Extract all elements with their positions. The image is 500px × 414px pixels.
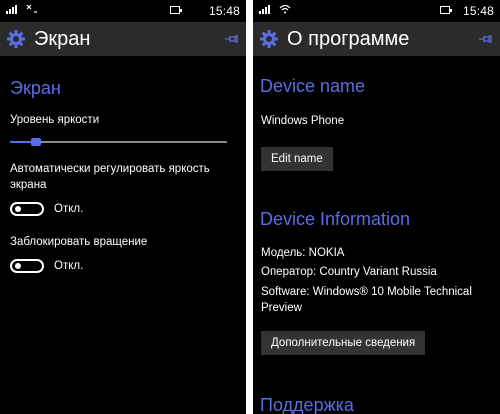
toggle-knob [15,206,21,212]
auto-brightness-state: Откл. [54,203,84,215]
brightness-label: Уровень яркости [10,114,100,126]
pin-icon[interactable] [224,33,238,45]
section-title-support: Поддержка [260,395,354,414]
section-title-display: Экран [10,78,61,98]
more-info-button[interactable]: Дополнительные сведения [261,331,426,355]
battery-icon [170,6,182,14]
brightness-slider-thumb[interactable] [31,138,41,146]
signal-icon [6,5,17,14]
status-time: 15:48 [462,4,494,18]
auto-brightness-label: Автоматически регулировать яркость экран… [10,163,210,191]
edit-name-button[interactable]: Edit name [261,147,333,171]
battery-icon [440,6,452,14]
gear-icon [7,30,25,48]
title-bar: Экран [0,22,246,56]
wifi-icon [279,4,291,14]
toggle-knob [15,263,21,269]
model-text: Модель: NOKIA [261,247,345,259]
operator-text: Оператор: Country Variant Russia [261,266,437,278]
pin-icon[interactable] [478,33,492,45]
rotation-lock-state: Откл. [54,260,84,272]
title-bar: О программе [253,22,500,56]
brightness-slider[interactable] [10,138,227,146]
page-title: Экран [34,28,91,50]
page-title: О программе [287,28,410,50]
status-bar: 15:48 [253,0,500,22]
status-time: 15:48 [208,4,240,18]
rotation-lock-toggle[interactable] [10,259,44,273]
about-screen: 15:48 О программе Device name Windows Ph… [253,0,500,414]
display-settings-screen: 15:48 Экран Экран Уровень яркости Автома… [0,0,246,414]
section-title-device-information: Device Information [260,209,411,229]
software-text: Software: Windows® 10 Mobile Technical P… [261,286,472,314]
section-title-device-name: Device name [260,76,366,96]
auto-brightness-toggle[interactable] [10,202,44,216]
gear-icon [260,30,278,48]
wifi-icon [26,4,37,13]
status-bar: 15:48 [0,0,246,22]
signal-icon [259,5,270,14]
rotation-lock-label: Заблокировать вращение [10,236,148,248]
device-name-value: Windows Phone [261,115,345,127]
